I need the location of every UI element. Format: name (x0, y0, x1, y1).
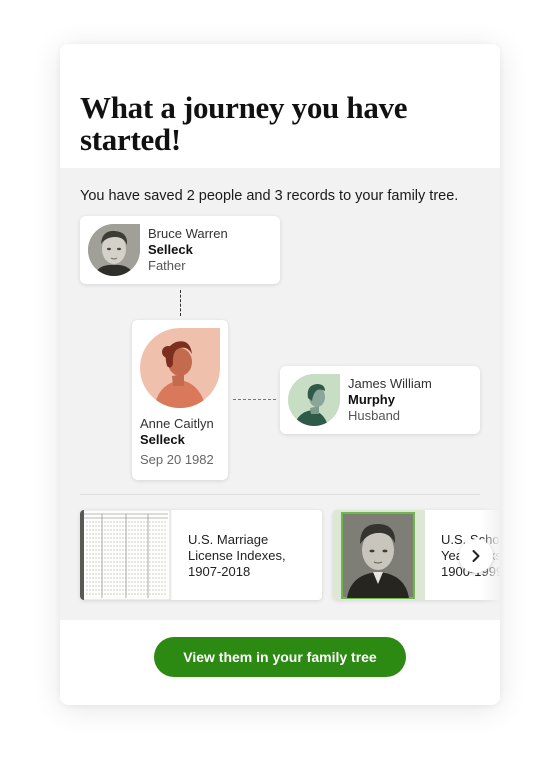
carousel-next-button[interactable] (459, 539, 493, 573)
tree-connector-horizontal (233, 399, 276, 400)
dialog-title: What a journey you have started! (80, 90, 408, 157)
record-title-line: 1907-2018 (188, 564, 251, 579)
person-relation: Father (148, 258, 186, 273)
record-document-thumbnail (80, 510, 172, 600)
record-title: U.S. Marriage License Indexes, 1907-2018 (188, 532, 308, 580)
summary-text: You have saved 2 people and 3 records to… (80, 188, 459, 204)
dialog-card: What a journey you have started! You hav… (60, 44, 500, 705)
person-info: James William Murphy Husband (348, 376, 432, 424)
person-birth-date: Sep 20 1982 (140, 452, 214, 467)
person-last-name: Selleck (148, 242, 193, 257)
person-card-self[interactable]: Anne Caitlyn Selleck Sep 20 1982 (132, 320, 228, 480)
female-silhouette-icon (140, 328, 220, 408)
person-info: Bruce Warren Selleck Father (148, 226, 228, 274)
person-info: Anne Caitlyn Selleck Sep 20 1982 (140, 416, 214, 468)
person-relation: Husband (348, 408, 401, 423)
tree-connector-vertical (180, 290, 181, 316)
section-divider (80, 494, 480, 495)
tree-panel: You have saved 2 people and 3 records to… (60, 168, 500, 620)
person-last-name: Selleck (140, 432, 185, 447)
person-first-name: James William (348, 376, 432, 391)
record-title-line: U.S. Marriage (188, 532, 269, 547)
person-card-husband[interactable]: James William Murphy Husband (280, 366, 480, 434)
record-photo-thumbnail (333, 510, 425, 600)
person-last-name: Murphy (348, 392, 395, 407)
person-first-name: Anne Caitlyn (140, 416, 214, 431)
record-title-line: License Indexes, (188, 548, 286, 563)
person-card-father[interactable]: Bruce Warren Selleck Father (80, 216, 280, 284)
view-family-tree-button[interactable]: View them in your family tree (154, 637, 406, 677)
record-card[interactable]: U.S. Marriage License Indexes, 1907-2018 (80, 510, 322, 600)
male-silhouette-icon (288, 374, 340, 426)
chevron-right-icon (472, 550, 480, 562)
person-photo (88, 224, 140, 276)
person-first-name: Bruce Warren (148, 226, 228, 241)
